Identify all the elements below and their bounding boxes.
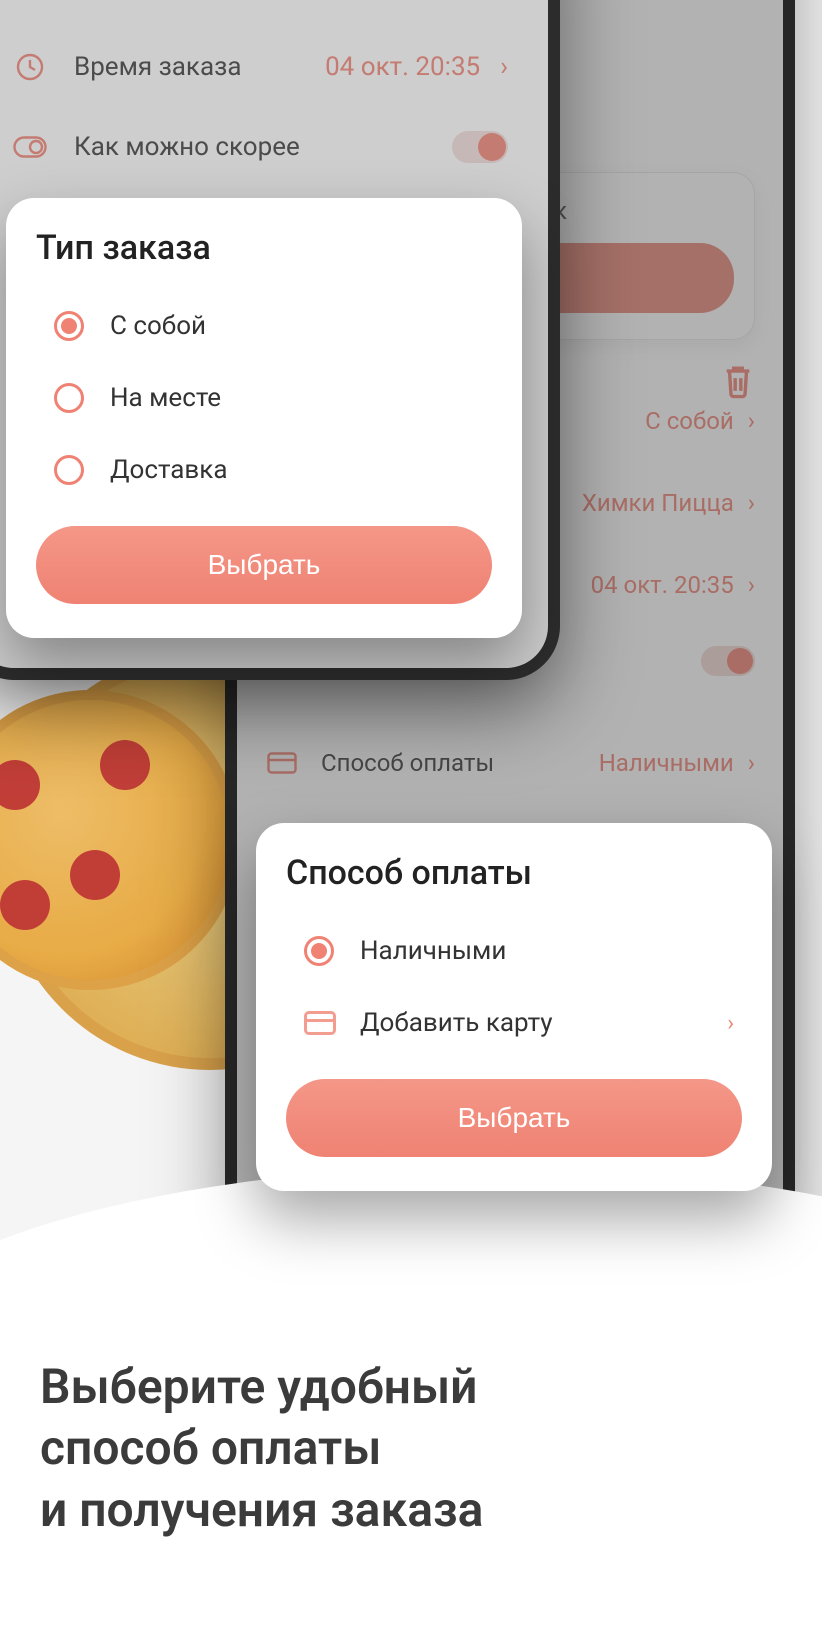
- trash-icon[interactable]: [721, 362, 755, 404]
- chevron-right-icon: ›: [748, 489, 755, 517]
- order-type-value: С собой: [645, 407, 734, 435]
- payment-value: Наличными: [599, 749, 734, 777]
- asap-row-front[interactable]: Как можно скорее: [12, 112, 508, 182]
- chevron-right-icon: ›: [727, 1011, 734, 1036]
- radio-off-icon: [54, 455, 84, 485]
- order-type-option-label: Доставка: [110, 455, 492, 485]
- card-icon: [304, 1011, 336, 1035]
- payment-option-label: Наличными: [360, 936, 742, 966]
- payment-option-label: Добавить карту: [360, 1008, 727, 1038]
- order-type-select-button[interactable]: Выбрать: [36, 526, 492, 604]
- toggle-icon: [12, 129, 48, 165]
- order-type-option-delivery[interactable]: Доставка: [36, 434, 492, 506]
- payment-option-add-card[interactable]: Добавить карту ›: [286, 987, 742, 1059]
- radio-on-icon: [54, 311, 84, 341]
- marketing-caption: Выберите удобный способ оплаты и получен…: [40, 1356, 782, 1540]
- radio-on-icon: [304, 936, 334, 966]
- chevron-right-icon: ›: [500, 52, 508, 82]
- asap-toggle-front[interactable]: [452, 131, 508, 163]
- place-value: Химки Пицца: [582, 489, 734, 517]
- marketing-caption-panel: Выберите удобный способ оплаты и получен…: [0, 1246, 822, 1646]
- asap-label-front: Как можно скорее: [74, 132, 452, 162]
- order-type-dialog-title: Тип заказа: [36, 228, 492, 268]
- chevron-right-icon: ›: [748, 571, 755, 599]
- time-value-front: 04 окт. 20:35: [325, 52, 480, 82]
- chevron-right-icon: ›: [748, 749, 755, 777]
- order-type-option-dinein[interactable]: На месте: [36, 362, 492, 434]
- caption-line: и получения заказа: [40, 1479, 782, 1540]
- payment-label: Способ оплаты: [321, 749, 599, 777]
- payment-dialog: Способ оплаты Наличными Добавить карту ›…: [256, 823, 772, 1191]
- payment-select-button[interactable]: Выбрать: [286, 1079, 742, 1157]
- payment-row[interactable]: Способ оплаты Наличными ›: [265, 722, 755, 804]
- time-label-front: Время заказа: [74, 52, 325, 82]
- order-type-option-takeaway[interactable]: С собой: [36, 290, 492, 362]
- chevron-right-icon: ›: [748, 407, 755, 435]
- asap-toggle-back[interactable]: [701, 646, 755, 676]
- payment-option-cash[interactable]: Наличными: [286, 915, 742, 987]
- order-type-dialog: Тип заказа С собой На месте Доставка Выб…: [6, 198, 522, 638]
- caption-line: способ оплаты: [40, 1417, 782, 1478]
- card-icon: [265, 746, 299, 780]
- payment-dialog-title: Способ оплаты: [286, 853, 742, 893]
- radio-off-icon: [54, 383, 84, 413]
- order-type-option-label: С собой: [110, 311, 492, 341]
- time-value-back: 04 окт. 20:35: [591, 571, 734, 599]
- order-type-option-label: На месте: [110, 383, 492, 413]
- clock-icon: [12, 49, 48, 85]
- time-row-front[interactable]: Время заказа 04 окт. 20:35 ›: [12, 32, 508, 102]
- caption-line: Выберите удобный: [40, 1356, 782, 1417]
